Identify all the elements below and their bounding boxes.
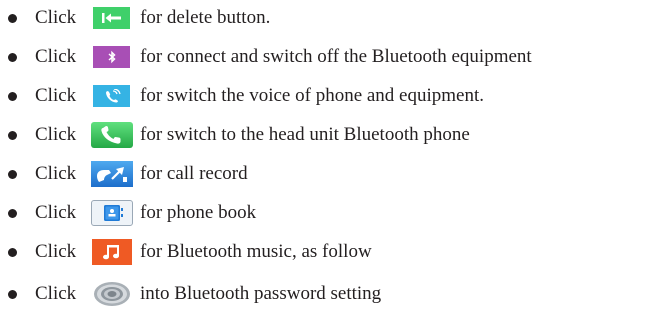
phone-handset-icon	[91, 122, 133, 148]
call-record-icon	[91, 161, 133, 187]
item-description: for switch the voice of phone and equipm…	[140, 85, 485, 106]
item-prefix: Click	[35, 241, 77, 262]
delete-arrow-icon	[93, 7, 130, 29]
item-description: for connect and switch off the Bluetooth…	[140, 46, 532, 67]
music-note-icon	[92, 239, 132, 265]
list-item-settings: Click into Bluetooth password setting	[0, 279, 647, 309]
item-prefix: Click	[35, 283, 77, 304]
item-prefix: Click	[35, 7, 77, 28]
settings-disc-icon	[90, 280, 134, 308]
list-item-voice: Click for switch the voice of phone and …	[0, 81, 647, 111]
list-item-call-record: Click for call record	[0, 159, 647, 189]
item-prefix: Click	[35, 163, 77, 184]
bullet	[8, 91, 17, 101]
bullet	[8, 169, 17, 179]
item-description: for Bluetooth music, as follow	[140, 241, 372, 262]
item-prefix: Click	[35, 124, 77, 145]
item-description: for delete button.	[140, 7, 271, 28]
bullet	[8, 289, 17, 299]
item-description: for switch to the head unit Bluetooth ph…	[140, 124, 470, 145]
list-item-bluetooth: Click for connect and switch off the Blu…	[0, 42, 647, 72]
item-prefix: Click	[35, 85, 77, 106]
list-item-delete: Click for delete button.	[0, 3, 647, 33]
phone-book-icon	[91, 200, 133, 226]
item-prefix: Click	[35, 46, 77, 67]
bullet	[8, 13, 17, 23]
bluetooth-icon	[93, 46, 130, 68]
instruction-list: Click for delete button. Click for conne…	[0, 0, 647, 325]
item-description: for call record	[140, 163, 248, 184]
list-item-music: Click for Bluetooth music, as follow	[0, 237, 647, 267]
bullet	[8, 247, 17, 257]
bullet	[8, 52, 17, 62]
list-item-phone: Click for switch to the head unit Blueto…	[0, 120, 647, 150]
bullet	[8, 208, 17, 218]
bullet	[8, 130, 17, 140]
item-description: into Bluetooth password setting	[140, 283, 382, 304]
list-item-phone-book: Click for phone book	[0, 198, 647, 228]
item-prefix: Click	[35, 202, 77, 223]
voice-switch-icon	[93, 85, 130, 107]
item-description: for phone book	[140, 202, 257, 223]
